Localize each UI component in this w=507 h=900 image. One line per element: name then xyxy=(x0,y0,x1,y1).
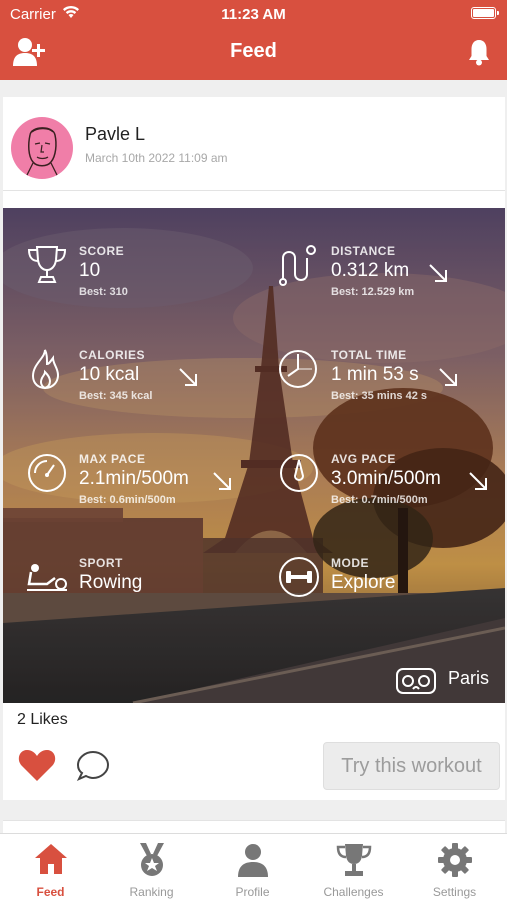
vr-headset-icon xyxy=(396,668,436,694)
stat-label: TOTAL TIME xyxy=(331,348,407,362)
arrow-down-right-icon xyxy=(213,472,231,490)
stat-best: Best: 0.6min/500m xyxy=(79,494,176,506)
trophy-icon xyxy=(336,844,371,876)
location-label: Paris xyxy=(448,668,490,688)
feed-post-card: Pavle L March 10th 2022 11:09 am SCORE 1… xyxy=(3,97,505,800)
gauge-icon xyxy=(280,454,318,492)
trophy-icon xyxy=(27,246,67,283)
stat-best: Best: 12.529 km xyxy=(331,286,415,298)
clock-icon xyxy=(279,350,317,388)
tab-label: Settings xyxy=(432,885,477,899)
stat-value: 10 kcal xyxy=(79,364,140,385)
stat-value: 0.312 km xyxy=(331,260,410,281)
tab-bar: Feed Ranking Profile Challenges Settings xyxy=(0,833,507,900)
arrow-down-right-icon xyxy=(469,472,487,490)
stat-label: MODE xyxy=(331,556,369,570)
workout-photo[interactable]: SCORE 10 Best: 310 DISTANCE 0.312 km Bes… xyxy=(3,208,505,703)
tab-profile[interactable]: Profile xyxy=(202,840,303,899)
stat-value: 1 min 53 s xyxy=(331,364,419,385)
home-icon xyxy=(34,844,67,874)
likes-count[interactable]: 2 Likes xyxy=(17,711,68,729)
stat-best: Best: 35 mins 42 s xyxy=(331,390,427,402)
stat-label: CALORIES xyxy=(79,348,146,362)
tab-challenges[interactable]: Challenges xyxy=(303,840,404,899)
medal-icon xyxy=(139,843,164,876)
stat-value: Rowing xyxy=(79,572,143,593)
stat-value: 3.0min/500m xyxy=(331,468,441,489)
status-bar: Carrier 11:23 AM xyxy=(0,0,507,30)
stat-best: Best: 345 kcal xyxy=(79,390,153,402)
stat-label: DISTANCE xyxy=(331,244,396,258)
tab-label: Ranking xyxy=(129,885,174,899)
arrow-down-right-icon xyxy=(179,368,197,386)
route-icon xyxy=(279,245,316,286)
bell-icon[interactable] xyxy=(467,38,491,66)
flame-icon xyxy=(31,349,60,390)
arrow-down-right-icon xyxy=(429,264,447,282)
tab-label: Feed xyxy=(36,885,65,899)
stat-label: SCORE xyxy=(79,244,125,258)
tab-label: Profile xyxy=(235,885,270,899)
rowing-machine-icon xyxy=(27,564,67,591)
stat-label: SPORT xyxy=(79,556,123,570)
battery-icon xyxy=(471,7,499,19)
gear-icon xyxy=(437,843,472,877)
speedometer-icon xyxy=(28,454,66,492)
try-workout-button[interactable]: Try this workout xyxy=(323,742,500,790)
stat-label: MAX PACE xyxy=(79,452,146,466)
avatar[interactable] xyxy=(11,117,73,179)
stat-best: Best: 310 xyxy=(79,286,128,298)
avatar-sketch-icon xyxy=(24,127,60,179)
stat-value: 10 xyxy=(79,260,101,281)
tab-label: Challenges xyxy=(323,885,384,899)
tab-ranking[interactable]: Ranking xyxy=(101,840,202,899)
stat-value: 2.1min/500m xyxy=(79,468,189,489)
dumbbell-icon xyxy=(279,557,319,597)
page-title: Feed xyxy=(230,40,277,62)
heart-icon[interactable] xyxy=(17,747,57,783)
status-time: 11:23 AM xyxy=(221,6,286,23)
post-date: March 10th 2022 11:09 am xyxy=(85,151,228,165)
divider xyxy=(3,190,505,191)
comment-icon[interactable] xyxy=(75,749,111,783)
stat-value: Explore xyxy=(331,572,396,593)
tab-settings[interactable]: Settings xyxy=(404,840,505,899)
stat-label: AVG PACE xyxy=(331,452,396,466)
post-username[interactable]: Pavle L xyxy=(85,124,145,145)
tab-feed[interactable]: Feed xyxy=(0,840,101,899)
person-icon xyxy=(237,844,268,877)
arrow-down-right-icon xyxy=(439,368,457,386)
stat-best: Best: 0.7min/500m xyxy=(331,494,428,506)
top-bar: Carrier 11:23 AM Feed xyxy=(0,0,507,80)
